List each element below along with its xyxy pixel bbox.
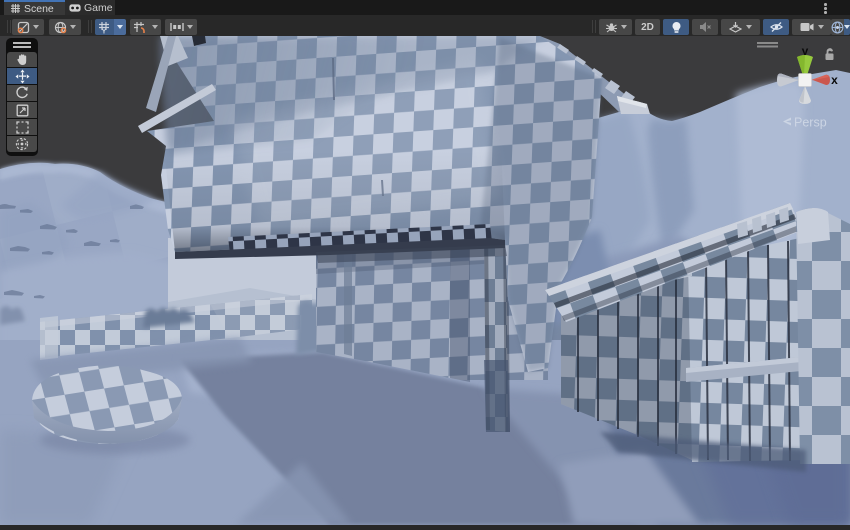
svg-text:x: x bbox=[831, 73, 838, 87]
svg-text:Persp: Persp bbox=[794, 116, 827, 130]
svg-text:Y: Y bbox=[102, 28, 107, 34]
